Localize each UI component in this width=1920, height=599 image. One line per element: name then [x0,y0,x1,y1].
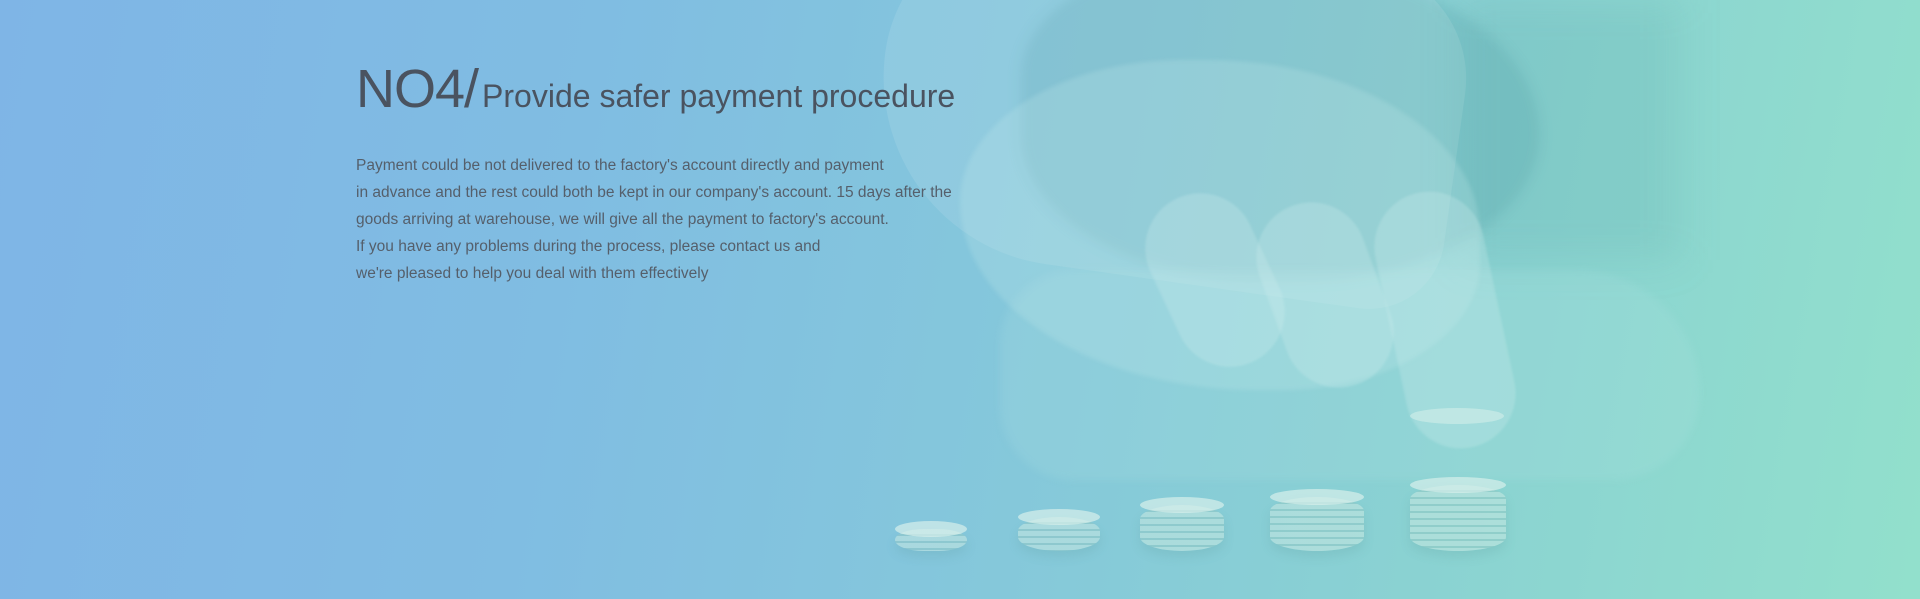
section-description: Payment could be not delivered to the fa… [356,152,1056,287]
payment-banner: NO4/Provide safer payment procedure Paym… [0,0,1920,599]
section-content: NO4/Provide safer payment procedure Paym… [356,62,1056,287]
description-line: in advance and the rest could both be ke… [356,184,952,201]
section-title: Provide safer payment procedure [482,78,956,114]
coin-stack-icon [895,521,967,551]
lower-hand-shape [1000,270,1700,480]
coin-stack-icon [1270,489,1364,551]
background-shadow [1020,0,1540,280]
finger-shape [1240,186,1410,404]
description-line: If you have any problems during the proc… [356,238,821,255]
description-line: goods arriving at warehouse, we will giv… [356,211,889,228]
coin-stack-icon [1140,497,1224,551]
section-heading: NO4/Provide safer payment procedure [356,62,1056,116]
description-line: we're pleased to help you deal with them… [356,265,709,282]
background-shade [1460,0,1680,260]
coin-stack-icon [1410,477,1506,551]
section-number: NO4/ [356,59,479,119]
coin-stack-icon [1018,509,1100,551]
description-line: Payment could be not delivered to the fa… [356,157,884,174]
finger-shape [1364,181,1526,459]
finger-shape [1127,175,1303,385]
held-coin-icon [1410,408,1504,424]
